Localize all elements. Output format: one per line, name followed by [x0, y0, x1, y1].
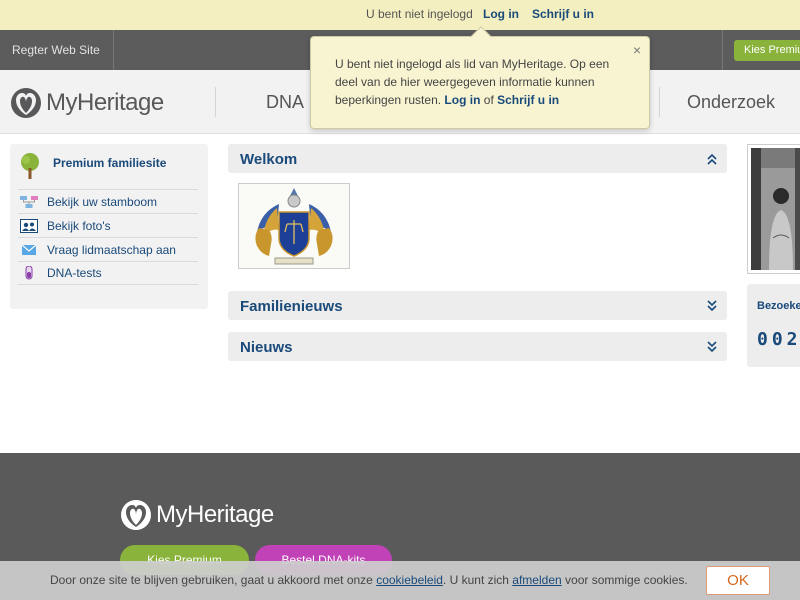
popup-or-text: of	[483, 93, 494, 107]
sidebar-item-family-tree[interactable]: Bekijk uw stamboom	[18, 189, 198, 213]
sidebar-title[interactable]: Premium familiesite	[53, 156, 166, 170]
cookie-text-part2: . U kunt zich	[442, 573, 509, 587]
toolbar-divider	[722, 30, 723, 70]
myheritage-logo[interactable]: MyHeritage	[10, 88, 164, 118]
login-link[interactable]: Log in	[483, 7, 519, 21]
logo-wordmark: MyHeritage	[46, 89, 164, 116]
cookie-ok-button[interactable]: OK	[706, 566, 770, 595]
close-icon[interactable]: ×	[633, 41, 641, 59]
sidebar-item-label: DNA-tests	[47, 266, 102, 280]
premium-site-sidebar: Premium familiesite Bekijk uw stamboom B…	[10, 144, 208, 309]
sidebar-item-label: Bekijk uw stamboom	[47, 194, 158, 209]
footer-logo[interactable]: MyHeritage	[120, 499, 274, 531]
visitor-counter: Bezoekers 002	[747, 284, 800, 367]
family-news-title: Familienieuws	[240, 298, 343, 315]
cookie-text-part1: Door onze site te blijven gebruiken, gaa…	[50, 573, 373, 587]
signup-link[interactable]: Schrijf u in	[532, 7, 594, 21]
footer-logo-wordmark: MyHeritage	[156, 501, 274, 528]
news-title: Nieuws	[240, 339, 293, 356]
login-notice-bar: U bent niet ingelogd Log in Schrijf u in	[0, 0, 800, 30]
sidebar-item-dna-tests[interactable]: DNA-tests	[18, 261, 198, 285]
visitors-label: Bezoekers	[757, 300, 800, 312]
expand-down-icon[interactable]	[706, 340, 718, 354]
login-tooltip-popup: × U bent niet ingelogd als lid van MyHer…	[310, 26, 650, 129]
sidebar-item-label: Bekijk foto's	[47, 218, 111, 233]
sidebar-item-label: Vraag lidmaatschap aan	[47, 242, 176, 257]
cookie-policy-link[interactable]: cookiebeleid	[376, 573, 443, 587]
family-news-panel-header[interactable]: Familienieuws	[228, 291, 727, 320]
photos-icon	[20, 218, 38, 233]
not-logged-in-text: U bent niet ingelogd	[366, 7, 473, 21]
choose-premium-button[interactable]: Kies Premium	[734, 40, 800, 61]
nav-research[interactable]: Onderzoek	[687, 92, 775, 113]
envelope-icon	[20, 243, 38, 257]
welcome-panel-header[interactable]: Welkom	[228, 144, 727, 173]
myheritage-logo-icon	[11, 88, 41, 118]
header-divider	[215, 87, 216, 117]
cookie-consent-bar: Door onze site te blijven gebruiken, gaa…	[0, 561, 800, 600]
myheritage-logo-icon	[121, 500, 151, 530]
sidebar-item-photos[interactable]: Bekijk foto's	[18, 213, 198, 237]
family-photo[interactable]	[747, 144, 800, 274]
cookie-message: Door onze site te blijven gebruiken, gaa…	[50, 573, 688, 587]
expand-down-icon[interactable]	[706, 299, 718, 313]
coat-of-arms-image	[238, 183, 350, 269]
sidebar-item-membership[interactable]: Vraag lidmaatschap aan	[18, 237, 198, 261]
family-tree-icon	[20, 195, 38, 209]
news-panel-header[interactable]: Nieuws	[228, 332, 727, 361]
collapse-up-icon[interactable]	[706, 152, 718, 166]
header-divider	[659, 87, 660, 117]
register-website-link[interactable]: Regter Web Site	[0, 30, 114, 70]
sidebar-links: Bekijk uw stamboom Bekijk foto's Vraag l…	[18, 189, 198, 285]
popup-signup-link[interactable]: Schrijf u in	[497, 93, 559, 107]
cookie-text-part3: voor sommige cookies.	[565, 573, 688, 587]
tree-icon	[21, 153, 39, 179]
popup-login-link[interactable]: Log in	[444, 93, 480, 107]
welcome-title: Welkom	[240, 151, 298, 168]
nav-dna[interactable]: DNA	[266, 92, 304, 113]
opt-out-link[interactable]: afmelden	[512, 573, 561, 587]
visitors-count: 002	[757, 329, 800, 350]
dna-tube-icon	[20, 266, 38, 280]
sidebar-header	[18, 152, 42, 180]
